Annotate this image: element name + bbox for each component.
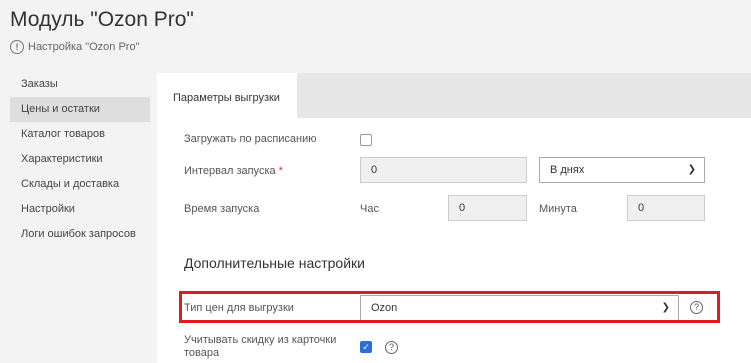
- breadcrumb-text[interactable]: Настройка "Ozon Pro": [28, 41, 139, 53]
- minute-input[interactable]: 0: [627, 195, 705, 221]
- discount-checkbox[interactable]: ✓: [360, 341, 372, 353]
- interval-input[interactable]: 0: [360, 157, 527, 183]
- discount-label-line1: Учитывать скидку из карточки: [184, 334, 337, 346]
- sidebar-item-catalog[interactable]: Каталог товаров: [10, 122, 150, 147]
- interval-unit-select[interactable]: В днях ❯: [539, 157, 705, 183]
- sidebar-item-error-logs[interactable]: Логи ошибок запросов: [10, 222, 150, 247]
- breadcrumb[interactable]: ! Настройка "Ozon Pro": [10, 40, 139, 54]
- discount-label-line2: товара: [184, 347, 220, 359]
- highlight-box: [179, 291, 720, 323]
- additional-settings-title: Дополнительные настройки: [184, 255, 365, 271]
- tab-bar: Параметры выгрузки: [157, 73, 751, 118]
- required-mark: *: [278, 165, 283, 177]
- minute-label: Минута: [539, 203, 577, 215]
- hour-input[interactable]: 0: [448, 195, 527, 221]
- time-label: Время запуска: [184, 203, 260, 215]
- schedule-label: Загружать по расписанию: [184, 133, 317, 145]
- sidebar-item-warehouses[interactable]: Склады и доставка: [10, 172, 150, 197]
- schedule-checkbox[interactable]: [360, 134, 372, 146]
- help-icon[interactable]: ?: [385, 341, 398, 354]
- sidebar-item-characteristics[interactable]: Характеристики: [10, 147, 150, 172]
- hour-label: Час: [360, 203, 379, 215]
- page-title: Модуль "Ozon Pro": [10, 8, 194, 31]
- interval-label: Интервал запуска *: [184, 165, 283, 177]
- sidebar: Заказы Цены и остатки Каталог товаров Ха…: [10, 72, 150, 247]
- sidebar-item-settings[interactable]: Настройки: [10, 197, 150, 222]
- interval-unit-value: В днях: [550, 164, 585, 176]
- info-circle-icon: !: [10, 40, 24, 54]
- sidebar-item-prices-stock[interactable]: Цены и остатки: [10, 97, 150, 122]
- tab-upload-params[interactable]: Параметры выгрузки: [157, 73, 297, 118]
- chevron-down-icon: ❯: [687, 164, 696, 175]
- sidebar-item-orders[interactable]: Заказы: [10, 72, 150, 97]
- interval-label-text: Интервал запуска: [184, 165, 276, 177]
- discount-label: Учитывать скидку из карточки товара: [184, 334, 336, 360]
